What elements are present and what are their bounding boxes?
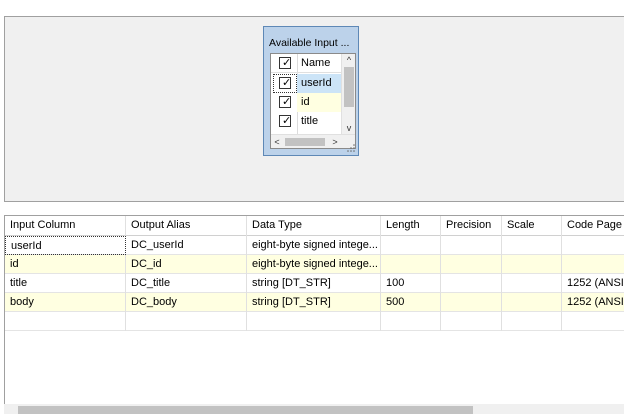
list-item-userid[interactable]: ✓ userId bbox=[271, 74, 341, 93]
table-row[interactable]: body DC_body string [DT_STR] 500 1252 (A… bbox=[5, 293, 624, 312]
conversion-grid[interactable]: Input Column Output Alias Data Type Leng… bbox=[4, 215, 624, 414]
column-header-length[interactable]: Length bbox=[381, 216, 441, 236]
list-item-label: id bbox=[301, 96, 310, 108]
cell-length[interactable] bbox=[381, 255, 441, 274]
cell-data-type[interactable]: string [DT_STR] bbox=[247, 293, 381, 312]
scroll-thumb[interactable] bbox=[344, 67, 354, 107]
cell-length[interactable]: 100 bbox=[381, 274, 441, 293]
cell-scale[interactable] bbox=[502, 274, 562, 293]
column-checkbox[interactable]: ✓ bbox=[279, 77, 291, 89]
list-header-name: Name bbox=[301, 57, 331, 69]
scroll-thumb[interactable] bbox=[285, 138, 325, 146]
vertical-scrollbar[interactable]: ^ v bbox=[341, 54, 355, 134]
cell-code-page[interactable]: 1252 (ANSI bbox=[562, 293, 624, 312]
table-row[interactable]: id DC_id eight-byte signed intege... bbox=[5, 255, 624, 274]
cell-output-alias[interactable]: DC_title bbox=[126, 274, 247, 293]
cell-scale[interactable] bbox=[502, 255, 562, 274]
scroll-down-icon[interactable]: v bbox=[342, 122, 355, 134]
cell-input-column[interactable]: body bbox=[5, 293, 126, 312]
cell-scale[interactable] bbox=[502, 293, 562, 312]
list-item-title[interactable]: ✓ title bbox=[271, 112, 341, 131]
column-header-scale[interactable]: Scale bbox=[502, 216, 562, 236]
horizontal-scrollbar[interactable]: < > bbox=[271, 134, 355, 148]
cell-output-alias[interactable]: DC_id bbox=[126, 255, 247, 274]
scroll-thumb[interactable] bbox=[18, 406, 473, 414]
list-item-label: title bbox=[301, 115, 319, 127]
cell-precision[interactable] bbox=[441, 274, 502, 293]
cell-length[interactable]: 500 bbox=[381, 293, 441, 312]
available-input-columns-box[interactable]: Available Input ... ✓ Name ✓ userId ✓ id… bbox=[263, 26, 359, 156]
scroll-right-icon[interactable]: > bbox=[329, 135, 341, 148]
grid-header: Input Column Output Alias Data Type Leng… bbox=[5, 216, 624, 236]
table-row-new[interactable] bbox=[5, 312, 624, 331]
cell-length[interactable] bbox=[381, 236, 441, 255]
cell-code-page[interactable] bbox=[562, 236, 624, 255]
list-item-id[interactable]: ✓ id bbox=[271, 93, 341, 112]
check-icon: ✓ bbox=[282, 115, 292, 127]
cell-data-type[interactable]: eight-byte signed intege... bbox=[247, 255, 381, 274]
cell-precision[interactable] bbox=[441, 236, 502, 255]
select-all-checkbox[interactable]: ✓ bbox=[279, 57, 291, 69]
available-columns-list[interactable]: ✓ Name ✓ userId ✓ id ✓ title ^ v < > bbox=[270, 53, 356, 149]
data-conversion-editor: Available Input ... ✓ Name ✓ userId ✓ id… bbox=[0, 0, 624, 414]
column-checkbox[interactable]: ✓ bbox=[279, 115, 291, 127]
column-header-precision[interactable]: Precision bbox=[441, 216, 502, 236]
scroll-up-icon[interactable]: ^ bbox=[342, 54, 355, 66]
cell-output-alias[interactable]: DC_body bbox=[126, 293, 247, 312]
column-header-input-column[interactable]: Input Column bbox=[5, 216, 126, 236]
check-icon: ✓ bbox=[282, 57, 292, 69]
cell-input-column[interactable]: userId bbox=[5, 236, 126, 255]
cell-precision[interactable] bbox=[441, 312, 502, 331]
cell-data-type[interactable]: string [DT_STR] bbox=[247, 274, 381, 293]
column-header-data-type[interactable]: Data Type bbox=[247, 216, 381, 236]
check-icon: ✓ bbox=[282, 96, 292, 108]
cell-data-type[interactable]: eight-byte signed intege... bbox=[247, 236, 381, 255]
list-item-label: userId bbox=[301, 77, 332, 89]
cell-input-column[interactable] bbox=[5, 312, 126, 331]
cell-scale[interactable] bbox=[502, 236, 562, 255]
resize-grip-icon[interactable] bbox=[346, 143, 356, 153]
cell-length[interactable] bbox=[381, 312, 441, 331]
cell-precision[interactable] bbox=[441, 255, 502, 274]
column-header-code-page[interactable]: Code Page bbox=[562, 216, 624, 236]
cell-output-alias[interactable]: DC_userId bbox=[126, 236, 247, 255]
grid-horizontal-scrollbar[interactable] bbox=[4, 404, 624, 414]
cell-precision[interactable] bbox=[441, 293, 502, 312]
cell-code-page[interactable]: 1252 (ANSI bbox=[562, 274, 624, 293]
column-header-output-alias[interactable]: Output Alias bbox=[126, 216, 247, 236]
cell-data-type[interactable] bbox=[247, 312, 381, 331]
check-icon: ✓ bbox=[282, 77, 292, 89]
scroll-left-icon[interactable]: < bbox=[271, 135, 283, 148]
cell-output-alias[interactable] bbox=[126, 312, 247, 331]
table-row[interactable]: title DC_title string [DT_STR] 100 1252 … bbox=[5, 274, 624, 293]
list-header-row: ✓ Name bbox=[271, 54, 341, 73]
cell-code-page[interactable] bbox=[562, 255, 624, 274]
cell-code-page[interactable] bbox=[562, 312, 624, 331]
column-checkbox[interactable]: ✓ bbox=[279, 96, 291, 108]
cell-input-column[interactable]: title bbox=[5, 274, 126, 293]
available-box-title: Available Input ... bbox=[269, 37, 350, 49]
table-row[interactable]: userId DC_userId eight-byte signed integ… bbox=[5, 236, 624, 255]
cell-input-column[interactable]: id bbox=[5, 255, 126, 274]
cell-scale[interactable] bbox=[502, 312, 562, 331]
